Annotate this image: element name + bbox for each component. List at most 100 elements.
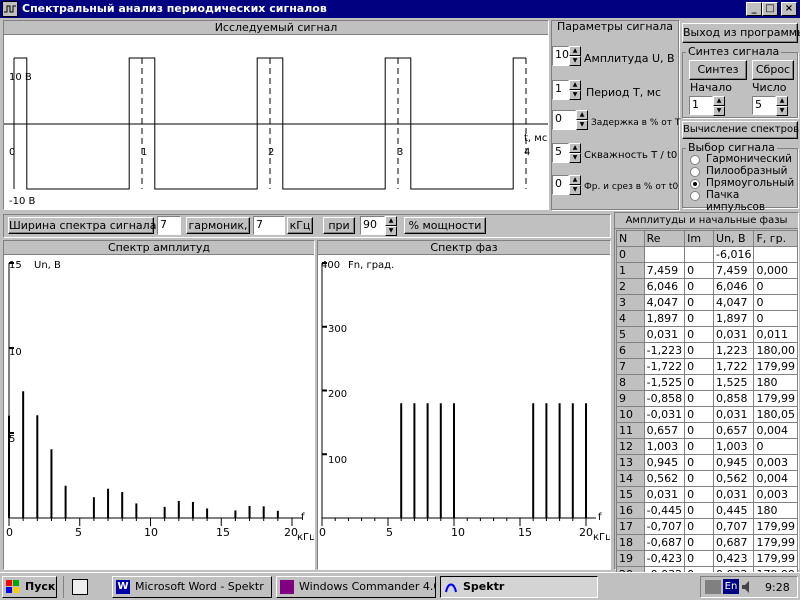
table-row[interactable]: 17 -0,707 0 0,707 179,99: [616, 518, 798, 535]
table-row[interactable]: 3 4,047 0 4,047 0: [616, 294, 798, 311]
period-input[interactable]: 1: [552, 80, 569, 100]
table-cell: 0,423: [713, 550, 755, 567]
table-row[interactable]: 2 6,046 0 6,046 0: [616, 278, 798, 295]
table-row[interactable]: 12 1,003 0 1,003 0: [616, 438, 798, 455]
start-label: Начало: [690, 81, 733, 94]
spin-up-icon[interactable]: ▲: [569, 143, 581, 153]
speaker-icon[interactable]: [741, 580, 751, 594]
language-indicator[interactable]: En: [723, 579, 739, 594]
spin-down-icon[interactable]: ▼: [776, 106, 788, 116]
spin-up-icon[interactable]: ▲: [569, 46, 581, 56]
spin-down-icon[interactable]: ▼: [576, 120, 588, 130]
table-row[interactable]: 13 0,945 0 0,945 0,003: [616, 454, 798, 471]
app-icon[interactable]: [2, 1, 18, 17]
table-cell: 0: [684, 550, 715, 567]
table-cell: -6,016: [713, 246, 755, 263]
spin-up-icon[interactable]: ▲: [776, 96, 788, 106]
table-cell: 0,858: [713, 390, 755, 407]
spin-down-icon[interactable]: ▼: [385, 226, 397, 236]
reset-button[interactable]: Сброс: [752, 60, 794, 80]
khz-input[interactable]: 7: [253, 216, 285, 235]
start-spinner[interactable]: ▲ ▼: [713, 96, 725, 116]
spin-up-icon[interactable]: ▲: [385, 216, 397, 226]
table-row[interactable]: 9 -0,858 0 0,858 179,99: [616, 390, 798, 407]
table-cell: 0: [684, 406, 715, 423]
spin-down-icon[interactable]: ▼: [713, 106, 725, 116]
synth-button[interactable]: Синтез: [689, 60, 747, 80]
power-spinner[interactable]: ▲ ▼: [385, 216, 397, 236]
table-row[interactable]: 0 -6,016: [616, 246, 798, 263]
spin-down-icon[interactable]: ▼: [569, 56, 581, 66]
power-input[interactable]: 90: [360, 216, 385, 235]
table-row[interactable]: 11 0,657 0 0,657 0,004: [616, 422, 798, 439]
table-cell: -0,707: [643, 518, 686, 535]
table-header: N: [616, 230, 645, 247]
amplitude-spinner[interactable]: ▲ ▼: [569, 46, 581, 66]
task-commander[interactable]: Windows Commander 4.0 -...: [276, 576, 436, 598]
spin-up-icon[interactable]: ▲: [569, 80, 581, 90]
phase-xtick-10: 10: [451, 526, 465, 539]
quick-launch-icon[interactable]: [72, 579, 88, 595]
table-cell: 1,223: [713, 342, 755, 359]
task-spektr[interactable]: Spektr: [440, 576, 598, 598]
table-cell: 0,945: [643, 454, 686, 471]
radio-2[interactable]: [690, 179, 700, 189]
table-cell: 0,003: [753, 486, 798, 503]
table-cell: 179,99: [753, 550, 798, 567]
harmonics-input[interactable]: 7: [157, 216, 181, 235]
clock[interactable]: 9:28: [765, 581, 790, 594]
delay-spinner[interactable]: ▲ ▼: [576, 110, 588, 130]
amplitude-input[interactable]: 10: [552, 46, 569, 66]
table-cell: 180: [753, 374, 798, 391]
maximize-button[interactable]: □: [762, 2, 778, 16]
exit-button[interactable]: Выход из программы: [682, 23, 800, 43]
table-row[interactable]: 10 -0,031 0 0,031 180,05: [616, 406, 798, 423]
table-cell: -0,858: [643, 390, 686, 407]
spin-up-icon[interactable]: ▲: [713, 96, 725, 106]
radio-1[interactable]: [690, 167, 700, 177]
table-row[interactable]: 5 0,031 0 0,031 0,011: [616, 326, 798, 343]
signal-tick-4: 4: [524, 147, 530, 158]
period-spinner[interactable]: ▲ ▼: [569, 80, 581, 100]
spin-down-icon[interactable]: ▼: [569, 153, 581, 163]
table-cell: 3: [616, 294, 645, 311]
front-spinner[interactable]: ▲ ▼: [569, 175, 581, 195]
table-row[interactable]: 18 -0,687 0 0,687 179,99: [616, 534, 798, 551]
table-cell: 0,031: [713, 406, 755, 423]
close-button[interactable]: ×: [781, 2, 797, 16]
minimize-button[interactable]: _: [746, 2, 762, 16]
spin-down-icon[interactable]: ▼: [569, 185, 581, 195]
spin-down-icon[interactable]: ▼: [569, 90, 581, 100]
tray-app-icon[interactable]: [705, 580, 721, 594]
delay-input[interactable]: 0: [552, 110, 576, 130]
radio-0[interactable]: [690, 155, 700, 165]
table-row[interactable]: 8 -1,525 0 1,525 180: [616, 374, 798, 391]
table-cell: -1,722: [643, 358, 686, 375]
duty-input[interactable]: 5: [552, 143, 569, 163]
table-cell: 0: [684, 294, 715, 311]
table-row[interactable]: 15 0,031 0 0,031 0,003: [616, 486, 798, 503]
table-cell: 6: [616, 342, 645, 359]
table-row[interactable]: 16 -0,445 0 0,445 180: [616, 502, 798, 519]
duty-spinner[interactable]: ▲ ▼: [569, 143, 581, 163]
signal-panel: Исследуемый сигнал 10 В -10 В 0 t, мс 1 …: [3, 20, 549, 210]
calc-spectra-button[interactable]: Вычисление спектров: [682, 121, 799, 139]
front-input[interactable]: 0: [552, 175, 569, 195]
count-input[interactable]: 5: [752, 96, 776, 115]
spin-up-icon[interactable]: ▲: [576, 110, 588, 120]
table-row[interactable]: 6 -1,223 0 1,223 180,00: [616, 342, 798, 359]
table-row[interactable]: 19 -0,423 0 0,423 179,99: [616, 550, 798, 567]
start-button[interactable]: Пуск: [2, 576, 57, 598]
table-cell: 1: [616, 262, 645, 279]
task-word[interactable]: W Microsoft Word - Spektr: [112, 576, 272, 598]
table-row[interactable]: 14 0,562 0 0,562 0,004: [616, 470, 798, 487]
spin-up-icon[interactable]: ▲: [569, 175, 581, 185]
amp-ytick-15: 15: [9, 260, 22, 271]
start-input[interactable]: 1: [689, 96, 713, 115]
table-row[interactable]: 7 -1,722 0 1,722 179,99: [616, 358, 798, 375]
table-row[interactable]: 4 1,897 0 1,897 0: [616, 310, 798, 327]
table-row[interactable]: 1 7,459 0 7,459 0,000: [616, 262, 798, 279]
radio-3[interactable]: [690, 191, 700, 201]
delay-label: Задержка в % от T: [591, 118, 681, 128]
count-spinner[interactable]: ▲ ▼: [776, 96, 788, 116]
